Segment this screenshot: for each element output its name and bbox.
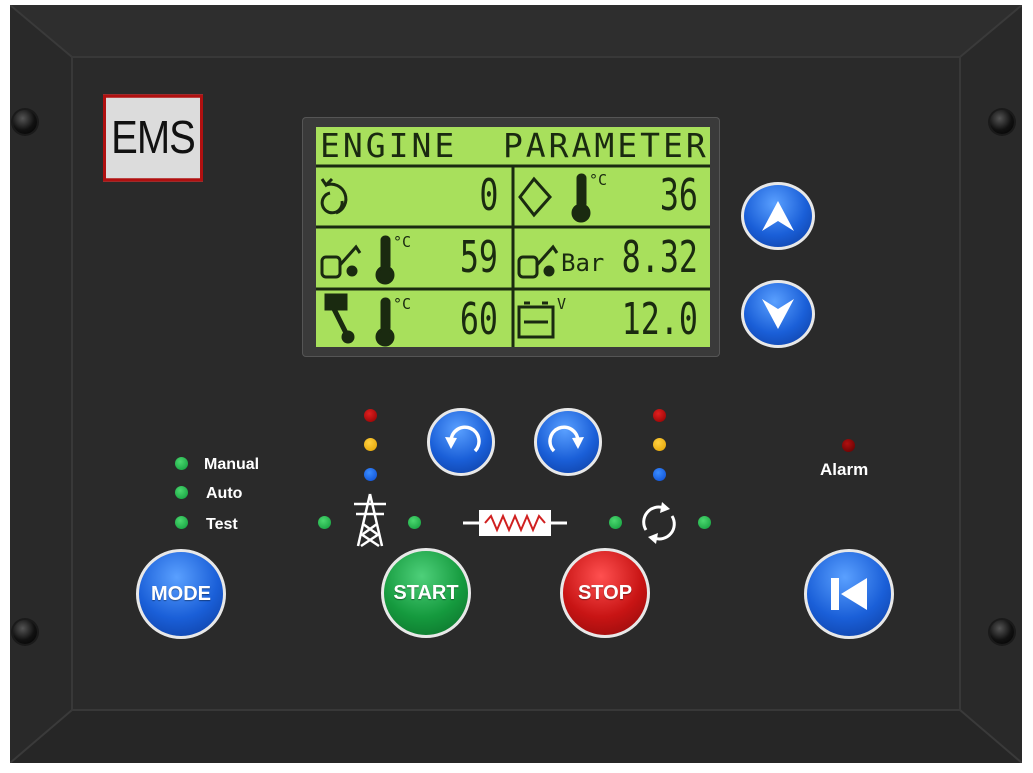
- mains-led-blue: [364, 468, 377, 481]
- alarm-label: Alarm: [820, 460, 869, 479]
- lcd-display: ENGINE PARAMETERS 0 36 59 8.32 60 12.0 °…: [316, 127, 710, 347]
- lcd-value-battery-voltage: 12.0: [621, 294, 698, 345]
- lcd-value-oil-temp: 59: [459, 232, 498, 283]
- rotate-left-icon: [445, 425, 481, 453]
- lcd-value-oil-pressure: 8.32: [621, 232, 698, 283]
- lcd-value-exhaust-temp: 60: [459, 294, 498, 345]
- screw-top-left: [13, 110, 37, 134]
- generator-led-left: [609, 516, 622, 529]
- screw-bottom-right: [990, 620, 1014, 644]
- mode-label-test: Test: [206, 516, 238, 533]
- lcd-unit-exhaust-temp: °C: [393, 295, 412, 313]
- stop-button-label: STOP: [577, 581, 633, 604]
- lcd-unit-oil-temp: °C: [393, 233, 412, 251]
- mode-label-auto: Auto: [206, 485, 243, 502]
- rotate-right-icon: [548, 425, 584, 453]
- generator-cycle-icon: [642, 502, 676, 544]
- generator-led-blue: [653, 468, 666, 481]
- screw-top-right: [990, 110, 1014, 134]
- brand-logo-text: EMS: [111, 112, 196, 163]
- mains-led-left: [318, 516, 331, 529]
- exhaust-temperature-icon: [324, 293, 395, 347]
- lcd-unit-coolant: °C: [589, 171, 608, 189]
- scroll-up-button[interactable]: [741, 182, 815, 250]
- lcd-unit-battery: V: [557, 295, 567, 313]
- mode-label-manual: Manual: [204, 456, 260, 473]
- lcd-value-coolant-temp: 36: [659, 170, 698, 221]
- mode-led-manual: [175, 457, 188, 470]
- mode-led-test: [175, 516, 188, 529]
- mode-button[interactable]: MODE: [136, 549, 226, 639]
- arrow-up-icon: [762, 201, 794, 231]
- rotate-right-button[interactable]: [534, 408, 602, 476]
- alarm-led: [842, 439, 855, 452]
- mains-led-red: [364, 409, 377, 422]
- load-resistor-icon: [463, 510, 567, 536]
- stop-button[interactable]: STOP: [560, 548, 650, 638]
- engine-speed-icon: [320, 177, 348, 215]
- mode-button-label: MODE: [151, 582, 211, 605]
- coolant-temperature-icon: [518, 173, 591, 223]
- scroll-down-button[interactable]: [741, 280, 815, 348]
- generator-led-red: [653, 409, 666, 422]
- mains-led-yellow: [364, 438, 377, 451]
- reset-button[interactable]: [804, 549, 894, 639]
- oil-temperature-icon: [320, 235, 395, 285]
- lcd-value-engine-speed: 0: [478, 170, 498, 221]
- generator-led-yellow: [653, 438, 666, 451]
- lcd-unit-oil-pressure: Bar: [561, 249, 605, 277]
- oil-pressure-icon: [517, 244, 559, 279]
- battery-voltage-icon: [517, 301, 555, 339]
- generator-led-right: [698, 516, 711, 529]
- mode-led-auto: [175, 486, 188, 499]
- pylon-icon: [354, 493, 386, 548]
- reset-icon: [831, 578, 867, 610]
- arrow-down-icon: [762, 299, 794, 329]
- brand-logo: EMS: [103, 94, 203, 182]
- rotate-left-button[interactable]: [427, 408, 495, 476]
- start-button[interactable]: START: [381, 548, 471, 638]
- start-button-label: START: [393, 581, 459, 604]
- screw-bottom-left: [13, 620, 37, 644]
- mains-led-right: [408, 516, 421, 529]
